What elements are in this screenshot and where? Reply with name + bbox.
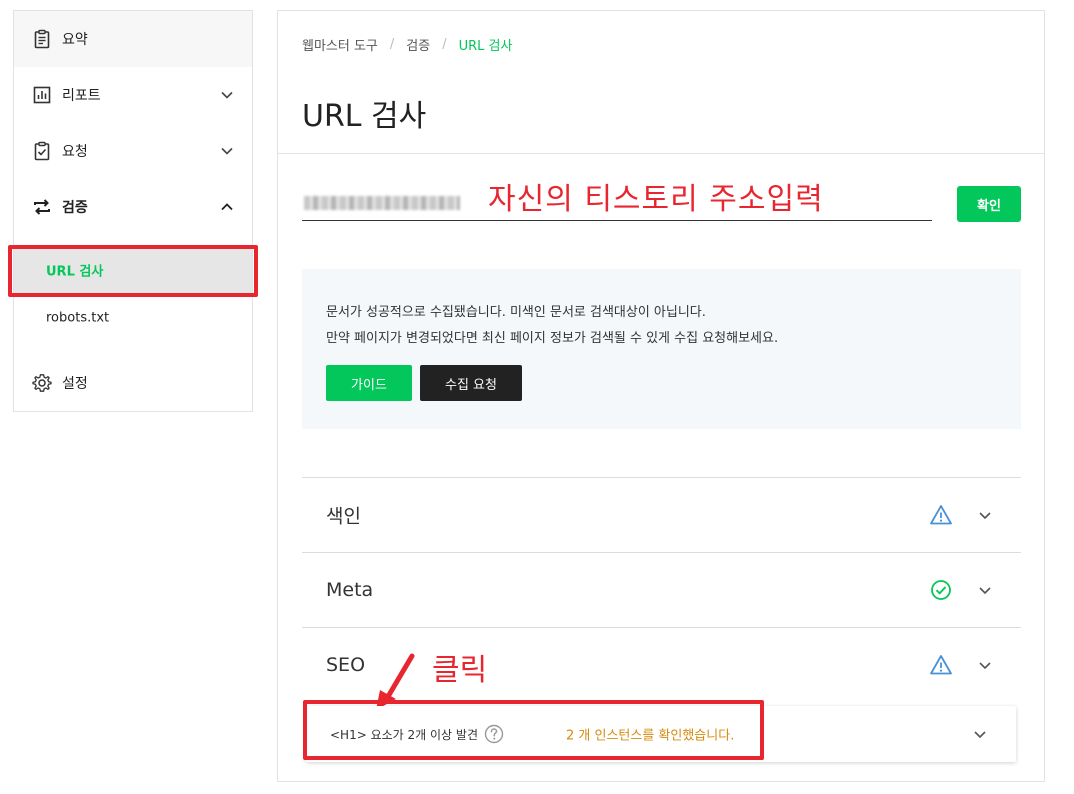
sidebar-item-verify[interactable]: 검증 bbox=[14, 179, 252, 235]
breadcrumb-item[interactable]: 검증 bbox=[406, 35, 430, 54]
section-index[interactable]: 색인 bbox=[302, 478, 1021, 552]
chevron-down-icon[interactable] bbox=[220, 88, 234, 102]
highlight-box-issue bbox=[303, 700, 764, 760]
sidebar-item-settings[interactable]: 설정 bbox=[14, 355, 252, 411]
bar-chart-icon bbox=[33, 86, 51, 104]
chevron-down-icon[interactable] bbox=[977, 582, 993, 598]
breadcrumb-separator: / bbox=[442, 37, 447, 52]
sidebar-item-summary[interactable]: 요약 bbox=[14, 11, 252, 67]
chevron-up-icon[interactable] bbox=[220, 200, 234, 214]
chevron-down-icon[interactable] bbox=[977, 507, 993, 523]
highlight-box-url-inspect bbox=[8, 245, 258, 297]
chevron-down-icon[interactable] bbox=[972, 726, 988, 742]
check-circle-icon bbox=[931, 580, 951, 600]
crawl-status-notice: 문서가 성공적으로 수집됐습니다. 미색인 문서로 검색대상이 아닙니다. 만약… bbox=[302, 269, 1021, 429]
header-divider bbox=[278, 153, 1044, 154]
sidebar-item-label: 검증 bbox=[62, 200, 88, 216]
chevron-down-icon[interactable] bbox=[220, 144, 234, 158]
sidebar-item-report[interactable]: 리포트 bbox=[14, 67, 252, 123]
breadcrumb: 웹마스터 도구 / 검증 / URL 검사 bbox=[302, 35, 512, 54]
warning-icon bbox=[930, 655, 952, 675]
guide-button[interactable]: 가이드 bbox=[326, 365, 412, 401]
gear-icon bbox=[32, 374, 52, 392]
confirm-button[interactable]: 확인 bbox=[957, 186, 1021, 222]
clipboard-list-icon bbox=[34, 29, 50, 49]
notice-text: 만약 페이지가 변경되었다면 최신 페이지 정보가 검색될 수 있게 수집 요청… bbox=[326, 331, 779, 346]
swap-arrows-icon bbox=[34, 199, 50, 215]
section-title: 색인 bbox=[326, 505, 361, 528]
annotation-url-hint: 자신의 티스토리 주소입력 bbox=[488, 182, 824, 217]
blurred-url-value bbox=[304, 196, 460, 210]
sidebar: 요약 리포트 요청 검증 URL 검사 robots.txt 설정 bbox=[13, 10, 253, 412]
sidebar-item-label: 설정 bbox=[62, 376, 88, 392]
sidebar-subitem-robots[interactable]: robots.txt bbox=[14, 294, 252, 342]
sidebar-item-label: 요약 bbox=[62, 32, 88, 48]
sidebar-item-request[interactable]: 요청 bbox=[14, 123, 252, 179]
notice-text: 문서가 성공적으로 수집됐습니다. 미색인 문서로 검색대상이 아닙니다. bbox=[326, 305, 706, 320]
sidebar-item-label: 리포트 bbox=[62, 88, 101, 104]
breadcrumb-item[interactable]: 웹마스터 도구 bbox=[302, 35, 378, 54]
chevron-down-icon[interactable] bbox=[977, 657, 993, 673]
page-title: URL 검사 bbox=[302, 99, 427, 134]
breadcrumb-current: URL 검사 bbox=[458, 39, 513, 54]
breadcrumb-separator: / bbox=[389, 37, 395, 52]
sidebar-subitem-label: robots.txt bbox=[46, 310, 110, 326]
warning-icon bbox=[930, 505, 952, 525]
section-title: Meta bbox=[326, 579, 374, 601]
section-title: SEO bbox=[326, 654, 366, 676]
sidebar-item-label: 요청 bbox=[62, 144, 88, 160]
crawl-request-button[interactable]: 수집 요청 bbox=[420, 365, 522, 401]
annotation-click-hint: 클릭 bbox=[432, 653, 488, 688]
section-meta[interactable]: Meta bbox=[302, 553, 1021, 627]
clipboard-check-icon bbox=[34, 141, 50, 161]
